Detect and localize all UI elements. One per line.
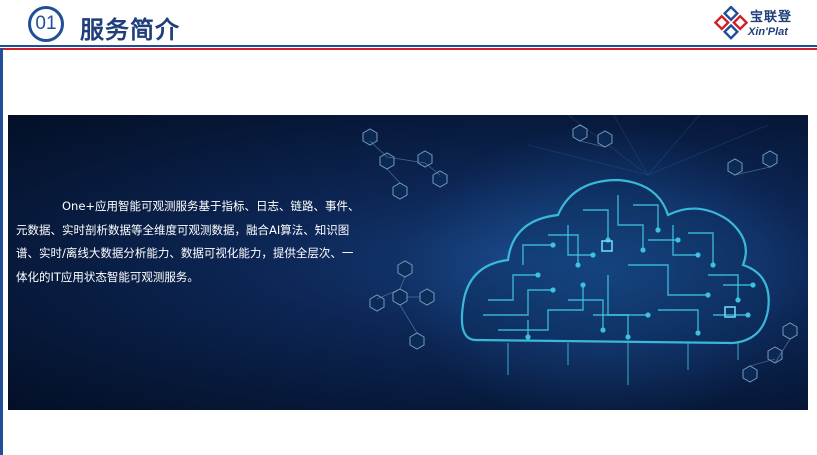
feature-banner: One+应用智能可观测服务基于指标、日志、链路、事件、元数据、实时剖析数据等全维… [8, 115, 808, 410]
header-rule-red [0, 48, 817, 50]
logo-chinese-name: 宝联登 [750, 10, 793, 25]
logo-mark-icon [714, 6, 748, 40]
company-logo: 宝联登 Xin'Plat [714, 4, 806, 44]
service-description: One+应用智能可观测服务基于指标、日志、链路、事件、元数据、实时剖析数据等全维… [16, 199, 360, 284]
header-rule-blue [0, 45, 817, 47]
slide-header: 01 服务简介 宝联登 Xin'Plat [0, 0, 817, 50]
left-accent-stripe [0, 48, 3, 455]
logo-english-name: Xin'Plat [748, 26, 788, 38]
section-number-badge: 01 [28, 6, 64, 42]
page-title: 服务简介 [80, 16, 180, 44]
section-number: 01 [35, 13, 57, 34]
